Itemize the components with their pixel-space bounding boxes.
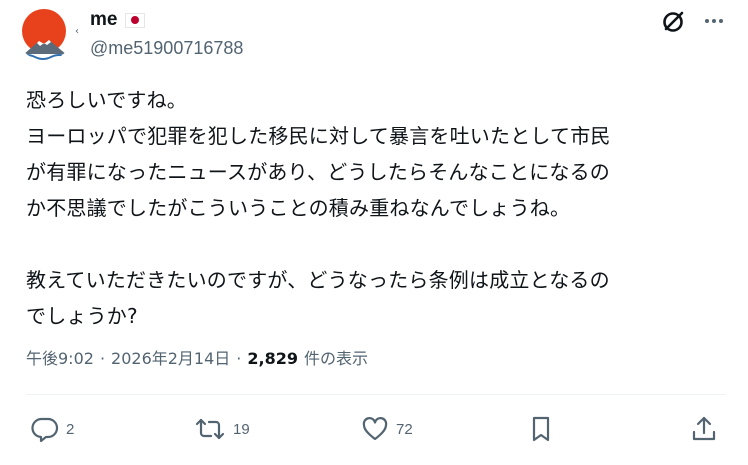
bookmark-button[interactable] xyxy=(526,414,556,444)
action-bar: 2 19 72 xyxy=(0,414,748,450)
reply-icon xyxy=(30,414,60,444)
avatar-image xyxy=(17,5,73,61)
meta-separator: · xyxy=(99,349,106,368)
repost-button[interactable]: 19 xyxy=(193,414,250,444)
more-options-icon[interactable] xyxy=(700,7,728,35)
author-name-row[interactable]: me xyxy=(90,9,146,31)
reply-count: 2 xyxy=(66,420,75,438)
avatar-decoration-icon: ‹ xyxy=(75,26,79,37)
reply-button[interactable]: 2 xyxy=(30,414,74,444)
divider xyxy=(26,394,726,395)
repost-icon xyxy=(193,414,227,444)
like-count: 72 xyxy=(396,420,413,438)
grok-icon[interactable] xyxy=(660,7,688,35)
japan-flag-icon xyxy=(125,12,146,28)
tweet-metadata: 午後9:02 · 2026年2月14日 · 2,829 件の表示 xyxy=(26,345,368,369)
meta-separator: · xyxy=(236,349,242,368)
tweet-text: 恐ろしいですね。 ヨーロッパで犯罪を犯した移民に対して暴言を吐いたとして市民 が… xyxy=(26,88,611,328)
share-icon xyxy=(689,414,719,444)
views-count[interactable]: 2,829 xyxy=(247,349,298,368)
like-button[interactable]: 72 xyxy=(360,414,413,444)
bookmark-icon xyxy=(526,414,556,444)
tweet-time[interactable]: 午後9:02 xyxy=(26,345,94,369)
avatar[interactable] xyxy=(17,5,73,61)
tweet: ‹ me @me51900716788 恐ろしいですね。 ヨーロッパで犯罪を犯し… xyxy=(0,0,748,465)
display-name[interactable]: me xyxy=(90,9,117,31)
views-label[interactable]: 件の表示 xyxy=(304,345,368,369)
share-button[interactable] xyxy=(689,414,719,444)
repost-count: 19 xyxy=(233,420,250,438)
user-handle[interactable]: @me51900716788 xyxy=(90,38,243,59)
heart-icon xyxy=(360,414,390,444)
tweet-date[interactable]: 2026年2月14日 xyxy=(111,345,230,369)
